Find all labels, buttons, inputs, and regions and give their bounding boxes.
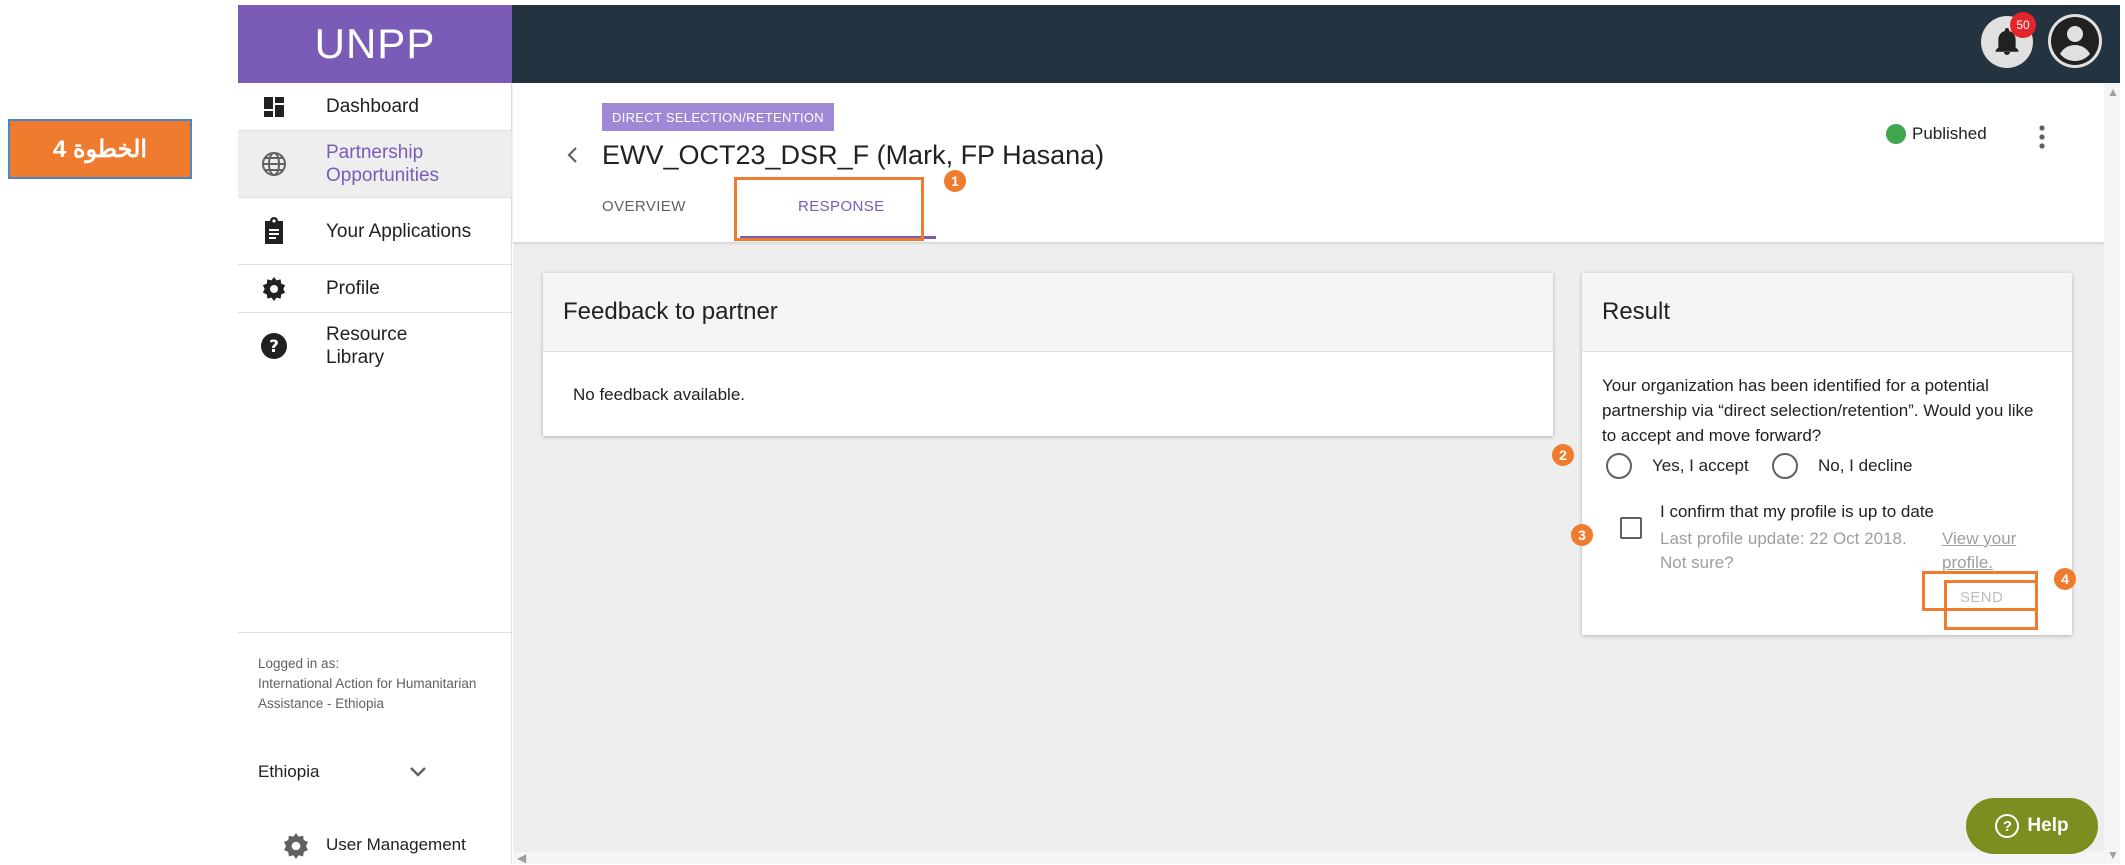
step-marker-2: 2 bbox=[1552, 444, 1574, 466]
status-label: Published bbox=[1912, 124, 1987, 143]
confirm-profile-checkbox[interactable] bbox=[1620, 517, 1642, 539]
step-marker-3: 3 bbox=[1571, 524, 1593, 546]
sidebar-item-label: Partnership Opportunities bbox=[326, 142, 440, 186]
sidebar-item-label: Your Applications bbox=[326, 220, 472, 242]
step-badge-label: الخطوة 4 bbox=[52, 135, 148, 163]
decline-radio[interactable] bbox=[1772, 453, 1798, 479]
help-circle-icon: ? bbox=[258, 330, 290, 362]
accept-radio-label[interactable]: Yes, I accept bbox=[1652, 456, 1749, 476]
user-management-link[interactable]: User Management bbox=[326, 835, 466, 855]
chevron-down-icon[interactable] bbox=[406, 760, 430, 784]
result-question-text: Your organization has been identified fo… bbox=[1602, 376, 2034, 445]
step-badge: الخطوة 4 bbox=[8, 119, 192, 179]
gear-icon bbox=[258, 273, 290, 305]
accept-radio[interactable] bbox=[1606, 453, 1632, 479]
page-title: EWV_OCT23_DSR_F (Mark, FP Hasana) bbox=[602, 140, 1105, 170]
app-logo[interactable]: UNPP bbox=[238, 5, 512, 83]
horizontal-scrollbar[interactable]: ◀ bbox=[513, 851, 2104, 865]
status-dot-icon bbox=[1886, 124, 1906, 144]
tab-overview[interactable]: OVERVIEW bbox=[602, 198, 686, 215]
scroll-left-icon[interactable]: ◀ bbox=[517, 851, 526, 865]
help-button[interactable]: ? Help bbox=[1966, 798, 2098, 854]
sidebar-item-partnership-opportunities[interactable]: Partnership Opportunities bbox=[238, 131, 512, 197]
sidebar-item-profile[interactable]: Profile bbox=[238, 265, 512, 312]
scroll-down-icon[interactable]: ▼ bbox=[2107, 848, 2119, 862]
logged-in-info: Logged in as: International Action for H… bbox=[258, 654, 508, 714]
feedback-empty-text: No feedback available. bbox=[573, 385, 746, 404]
clipboard-icon bbox=[258, 215, 290, 247]
decline-radio-label[interactable]: No, I decline bbox=[1818, 456, 1913, 476]
help-question-icon: ? bbox=[1995, 814, 2020, 838]
notification-count-badge: 50 bbox=[2010, 12, 2036, 38]
confirm-profile-label: I confirm that my profile is up to date bbox=[1660, 502, 1935, 521]
top-app-bar bbox=[512, 5, 2120, 83]
globe-icon bbox=[258, 148, 290, 180]
scroll-up-icon[interactable]: ▲ bbox=[2107, 85, 2119, 99]
sidebar-item-resource-library[interactable]: ? Resource Library bbox=[238, 313, 512, 379]
logged-in-label: Logged in as: bbox=[258, 656, 340, 671]
country-select-value[interactable]: Ethiopia bbox=[258, 762, 319, 782]
sidebar-item-your-applications[interactable]: Your Applications bbox=[238, 198, 512, 264]
view-profile-link[interactable]: View your profile. bbox=[1942, 527, 2052, 575]
app-logo-text: UNPP bbox=[314, 20, 436, 67]
divider bbox=[238, 632, 512, 633]
account-icon[interactable] bbox=[2048, 14, 2102, 68]
gear-icon[interactable] bbox=[282, 832, 310, 860]
highlight-send-button-inner bbox=[1944, 580, 2038, 630]
step-marker-4: 4 bbox=[2054, 568, 2076, 590]
feedback-card: Feedback to partner No feedback availabl… bbox=[543, 273, 1553, 436]
status-badge: Published bbox=[1886, 124, 1987, 144]
sidebar-item-label: Profile bbox=[326, 278, 380, 299]
sidebar: Dashboard Partnership Opportunities Your… bbox=[238, 83, 512, 864]
vertical-scrollbar[interactable]: ▲ ▼ bbox=[2104, 83, 2120, 864]
more-vert-icon[interactable] bbox=[2030, 122, 2054, 152]
svg-text:?: ? bbox=[269, 337, 279, 357]
step-marker-1: 1 bbox=[944, 170, 966, 192]
result-card-title: Result bbox=[1582, 273, 2072, 352]
selection-type-chip: DIRECT SELECTION/RETENTION bbox=[602, 103, 834, 131]
dashboard-icon bbox=[258, 91, 290, 123]
back-arrow-icon[interactable] bbox=[560, 142, 586, 168]
sidebar-item-label: Dashboard bbox=[326, 96, 419, 117]
feedback-card-title: Feedback to partner bbox=[543, 273, 1553, 352]
sidebar-item-dashboard[interactable]: Dashboard bbox=[238, 83, 512, 130]
highlight-response-tab bbox=[734, 177, 924, 241]
help-label: Help bbox=[2027, 815, 2069, 836]
sidebar-item-label: Resource Library bbox=[326, 324, 408, 368]
organization-name: International Action for Humanitarian As… bbox=[258, 676, 477, 711]
last-profile-update-text: Last profile update: 22 Oct 2018. Not su… bbox=[1660, 529, 1907, 572]
